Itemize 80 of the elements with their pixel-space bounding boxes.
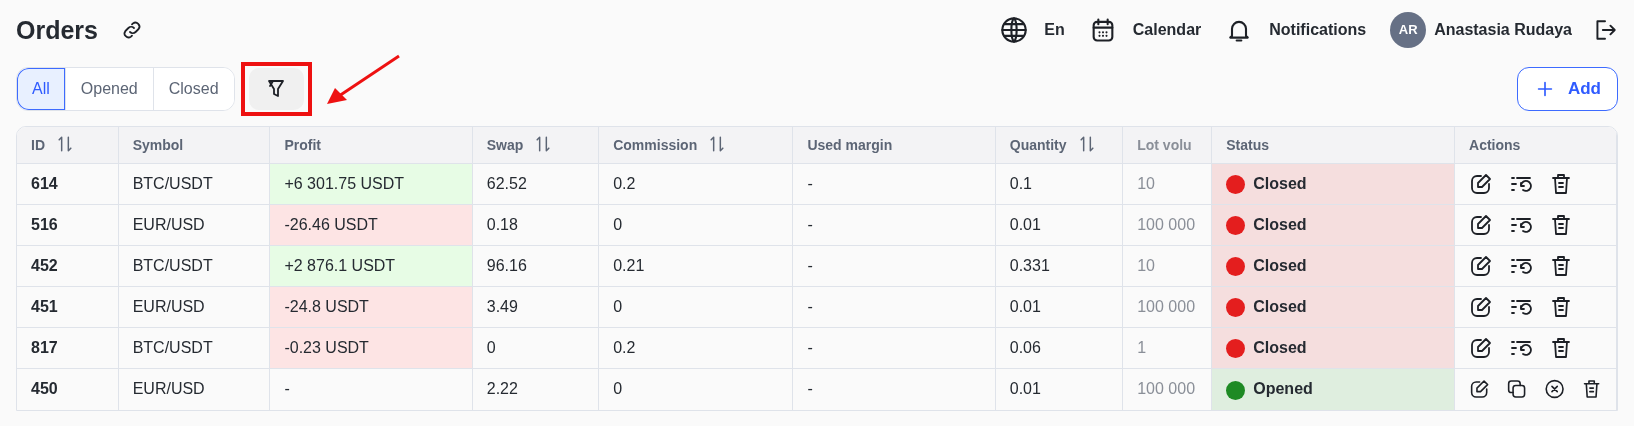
table-cell: 0 xyxy=(486,339,496,356)
column-header: Status xyxy=(1226,136,1270,153)
table-cell: 0.21 xyxy=(613,257,645,274)
table-cell: - xyxy=(807,216,813,233)
edit-icon[interactable] xyxy=(1469,254,1494,278)
profit-cell: -24.8 USDT xyxy=(269,286,473,328)
column-header[interactable]: Swap xyxy=(486,137,524,153)
profit-cell: -0.23 USDT xyxy=(269,327,473,369)
table-cell: 10 xyxy=(1137,175,1155,192)
profit-cell: -26.46 USDT xyxy=(269,204,473,246)
table-cell: 451 xyxy=(31,298,58,315)
table-cell: BTC/USDT xyxy=(132,257,213,274)
status-label: Closed xyxy=(1253,175,1307,192)
table-cell: 0.2 xyxy=(613,339,636,356)
table-cell: - xyxy=(807,298,813,315)
add-button[interactable]: Add xyxy=(1516,67,1618,111)
column-header: Lot volu xyxy=(1137,136,1192,153)
table-cell: 516 xyxy=(31,216,58,233)
column-header[interactable]: Commission xyxy=(613,137,698,153)
table-cell: 10 xyxy=(1137,257,1155,274)
status-label: Closed xyxy=(1253,216,1307,233)
table-cell: 0 xyxy=(613,380,623,398)
table-cell: 2.22 xyxy=(486,380,518,398)
table-cell: 0.2 xyxy=(613,175,636,192)
status-label: Closed xyxy=(1253,257,1307,274)
language-link[interactable]: En xyxy=(1044,18,1065,42)
status-label: Closed xyxy=(1253,298,1307,315)
profit-cell: +6 301.75 USDT xyxy=(269,163,473,205)
column-header: Symbol xyxy=(132,136,184,153)
edit-icon[interactable] xyxy=(1469,213,1494,237)
profit-cell: +2 876.1 USDT xyxy=(269,245,473,287)
table-cell: 100 000 xyxy=(1137,298,1196,315)
column-header: Profit xyxy=(284,136,321,153)
table-cell: 62.52 xyxy=(486,175,527,192)
table-cell: 3.49 xyxy=(486,298,518,315)
calendar-link[interactable]: Calendar xyxy=(1132,18,1202,42)
table-cell: 817 xyxy=(31,339,58,356)
column-header[interactable]: ID xyxy=(31,137,45,153)
status-label: Opened xyxy=(1253,380,1313,398)
table-cell: 450 xyxy=(31,380,58,398)
table-cell: 0.01 xyxy=(1009,298,1041,315)
table-cell: 0.331 xyxy=(1009,257,1050,274)
table-cell: 0.18 xyxy=(486,216,518,233)
table-cell: - xyxy=(807,257,813,274)
edit-icon[interactable] xyxy=(1469,295,1494,319)
table-cell: BTC/USDT xyxy=(132,175,213,192)
table-cell: 452 xyxy=(31,257,58,274)
table-cell: 0 xyxy=(613,298,623,315)
status-label: Closed xyxy=(1253,339,1307,356)
filter-button[interactable] xyxy=(248,68,304,110)
notifications-link[interactable]: Notifications xyxy=(1269,18,1367,42)
table-cell: 614 xyxy=(31,175,58,192)
column-header: Used margin xyxy=(807,136,893,153)
table-cell: - xyxy=(807,380,813,398)
table-cell: EUR/USD xyxy=(132,298,205,315)
table-cell: EUR/USD xyxy=(132,216,205,233)
table-cell: 0.01 xyxy=(1009,216,1041,233)
table-cell: 100 000 xyxy=(1137,216,1196,233)
table-cell: - xyxy=(807,339,813,356)
table-cell: 0 xyxy=(613,216,623,233)
table-cell: - xyxy=(807,175,813,192)
filter-tab[interactable]: All xyxy=(17,68,65,110)
table-cell: 0.06 xyxy=(1009,339,1041,356)
table-cell: 1 xyxy=(1137,339,1147,356)
table-cell: 0.01 xyxy=(1009,380,1041,398)
filter-tab[interactable]: Closed xyxy=(152,68,234,110)
profit-cell: - xyxy=(269,368,473,410)
table-cell: 100 000 xyxy=(1137,380,1196,398)
table-cell: 0.1 xyxy=(1009,175,1032,192)
edit-icon[interactable] xyxy=(1469,336,1494,360)
column-header: Actions xyxy=(1469,136,1521,153)
table-cell: BTC/USDT xyxy=(132,339,213,356)
globe-icon[interactable] xyxy=(1000,16,1029,44)
page-title: Orders xyxy=(16,15,98,45)
edit-icon[interactable] xyxy=(1469,172,1494,196)
table-cell: EUR/USD xyxy=(132,380,205,398)
user-name[interactable]: Anastasia Rudaya xyxy=(1434,18,1572,42)
table-cell: 96.16 xyxy=(486,257,527,274)
column-header[interactable]: Quantity xyxy=(1009,137,1067,153)
user-avatar[interactable]: AR xyxy=(1390,12,1427,48)
